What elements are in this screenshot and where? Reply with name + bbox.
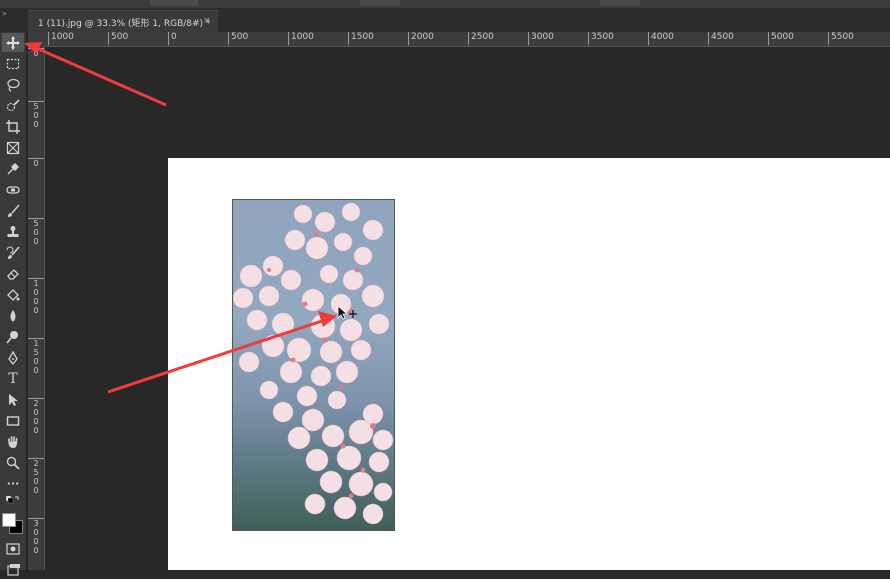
ruler-label: 1000 bbox=[48, 32, 74, 45]
cherry-blossom-image bbox=[233, 202, 394, 525]
ruler-label: 2000 bbox=[28, 398, 44, 435]
ruler-label: 0 bbox=[28, 158, 44, 168]
blur-icon[interactable] bbox=[2, 306, 24, 325]
rectangle-icon[interactable] bbox=[2, 411, 24, 430]
quick-mask-icon[interactable] bbox=[2, 539, 24, 558]
ruler-label: 500 bbox=[28, 218, 44, 246]
ruler-label: 0 bbox=[168, 32, 177, 45]
collapse-panels-icon[interactable]: » bbox=[2, 9, 18, 19]
tools-panel: T ··· bbox=[0, 32, 27, 576]
options-bar-control[interactable] bbox=[360, 0, 400, 6]
ruler-label: 1000 bbox=[28, 278, 44, 315]
options-bar-control[interactable] bbox=[600, 0, 640, 6]
horizontal-ruler[interactable]: 1000 500 0 500 1000 1500 2000 2500 3000 … bbox=[46, 32, 890, 47]
ruler-label: 1000 bbox=[288, 32, 314, 45]
document-tab[interactable]: 1 (11).jpg @ 33.3% (矩形 1, RGB/8#) * × bbox=[28, 10, 218, 33]
lasso-icon[interactable] bbox=[2, 75, 24, 94]
ruler-label: 0 bbox=[28, 48, 44, 58]
dodge-icon[interactable] bbox=[2, 327, 24, 346]
move-icon[interactable] bbox=[2, 33, 24, 52]
paint-bucket-icon[interactable] bbox=[2, 285, 24, 304]
pen-icon[interactable] bbox=[2, 348, 24, 367]
type-icon[interactable]: T bbox=[2, 369, 24, 388]
document-tab-bar: » 1 (11).jpg @ 33.3% (矩形 1, RGB/8#) * × bbox=[0, 8, 890, 33]
ruler-label: 500 bbox=[108, 32, 128, 45]
marquee-icon[interactable] bbox=[2, 54, 24, 73]
vertical-ruler[interactable]: 0 500 0 500 1000 1500 2000 2500 3000 bbox=[28, 46, 45, 570]
more-tools-icon[interactable]: ··· bbox=[2, 474, 24, 493]
zoom-icon[interactable] bbox=[2, 453, 24, 472]
ruler-label: 1500 bbox=[28, 338, 44, 375]
swap-colors-icon[interactable] bbox=[2, 494, 24, 508]
ruler-label: 4500 bbox=[708, 32, 734, 45]
ruler-label: 3000 bbox=[528, 32, 554, 45]
document-tab-title: 1 (11).jpg @ 33.3% (矩形 1, RGB/8#) * bbox=[38, 19, 211, 29]
frame-icon[interactable] bbox=[2, 138, 24, 157]
blossom-photo-layer[interactable] bbox=[232, 199, 395, 531]
brush-icon[interactable] bbox=[2, 201, 24, 220]
options-bar-control[interactable] bbox=[150, 0, 198, 6]
crop-icon[interactable] bbox=[2, 117, 24, 136]
stamp-icon[interactable] bbox=[2, 222, 24, 241]
ruler-label: 2500 bbox=[28, 458, 44, 495]
ruler-corner bbox=[28, 32, 46, 46]
ruler-label: 500 bbox=[228, 32, 248, 45]
ruler-label: 3500 bbox=[588, 32, 614, 45]
eyedropper-icon[interactable] bbox=[2, 159, 24, 178]
ruler-label: 5500 bbox=[828, 32, 854, 45]
ruler-label: 3000 bbox=[28, 518, 44, 555]
ruler-label: 4000 bbox=[648, 32, 674, 45]
eraser-icon[interactable] bbox=[2, 264, 24, 283]
close-tab-icon[interactable]: × bbox=[203, 16, 211, 26]
foreground-color-swatch[interactable] bbox=[2, 513, 16, 527]
history-brush-icon[interactable] bbox=[2, 243, 24, 262]
path-select-icon[interactable] bbox=[2, 390, 24, 409]
hand-icon[interactable] bbox=[2, 432, 24, 451]
ruler-label: 500 bbox=[28, 101, 44, 129]
ruler-label: 2000 bbox=[408, 32, 434, 45]
quick-select-icon[interactable] bbox=[2, 96, 24, 115]
ruler-label: 1500 bbox=[348, 32, 374, 45]
ruler-label: 5000 bbox=[768, 32, 794, 45]
healing-icon[interactable] bbox=[2, 180, 24, 199]
ruler-label: 2500 bbox=[468, 32, 494, 45]
